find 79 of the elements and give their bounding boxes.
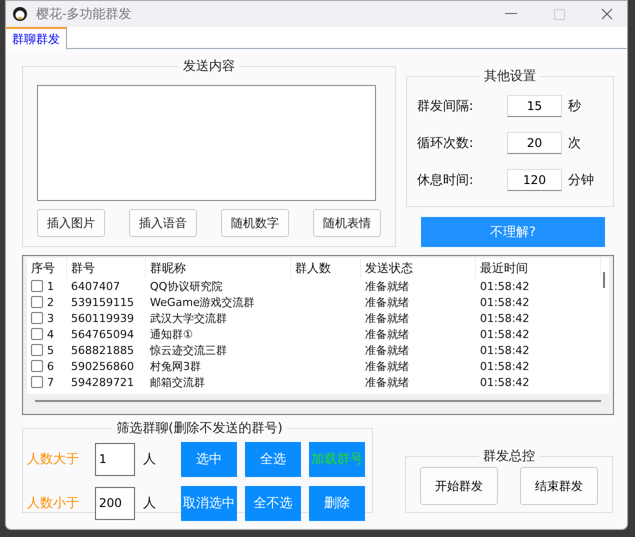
table-cell-text: 准备就绪 — [364, 342, 410, 358]
row-checkbox[interactable] — [31, 344, 43, 356]
setting-field[interactable]: 120 — [507, 168, 562, 190]
table-cell-text: 01:58:42 — [479, 374, 530, 390]
table-cell-text: 01:58:42 — [479, 310, 530, 326]
group-title: 发送内容 — [182, 58, 236, 75]
row-checkbox[interactable] — [31, 376, 43, 388]
table-cell-text: 准备就绪 — [364, 310, 410, 326]
count-field[interactable]: 1 — [95, 442, 135, 476]
message-field[interactable] — [37, 85, 376, 201]
window-title: 樱花-多功能群发 — [36, 6, 133, 23]
ghost-logo-icon — [12, 6, 28, 22]
table-cell-text: 01:58:42 — [479, 326, 530, 342]
horizontal-scrollbar[interactable] — [35, 400, 601, 402]
table-cell-text: 590256860 — [70, 358, 135, 374]
row-number: 6 — [47, 360, 54, 372]
row-checkbox[interactable] — [31, 328, 43, 340]
row-checkbox[interactable] — [31, 360, 43, 372]
vertical-scrollbar[interactable] — [603, 272, 605, 288]
column-header[interactable]: 最近时间 — [476, 258, 601, 278]
row-number: 3 — [47, 312, 54, 324]
table-cell-text: 准备就绪 — [364, 278, 410, 294]
control-button[interactable]: 开始群发 — [420, 467, 498, 505]
group-title: 群发总控 — [482, 448, 536, 465]
filter-label: 人数小于 — [27, 495, 80, 512]
control-button[interactable]: 结束群发 — [520, 467, 598, 505]
table-cell-text: 通知群① — [149, 326, 194, 342]
unit-label: 分钟 — [568, 172, 594, 188]
count-field[interactable]: 200 — [95, 486, 135, 520]
column-header[interactable]: 群号 — [67, 258, 146, 278]
table-cell-text: 武汉大学交流群 — [149, 310, 228, 326]
column-header[interactable]: 序号 — [27, 258, 67, 278]
table-cell-text: 村兔网3群 — [149, 358, 202, 374]
column-header[interactable]: 发送状态 — [361, 258, 476, 278]
setting-field[interactable]: 20 — [507, 132, 562, 154]
table-cell-text: 6407407 — [70, 278, 121, 294]
row-number: 5 — [47, 344, 54, 356]
unit-label: 人 — [143, 495, 157, 512]
table-cell-text: 568821885 — [70, 342, 135, 358]
filter-label: 人数大于 — [27, 451, 80, 468]
setting-label: 循环次数: — [417, 134, 474, 152]
row-checkbox[interactable] — [31, 280, 43, 292]
unit-label: 人 — [143, 451, 157, 468]
row-number: 2 — [47, 296, 54, 308]
table-cell-text: 01:58:42 — [479, 342, 530, 358]
row-number: 1 — [47, 280, 54, 292]
table-cell-text: WeGame游戏交流群 — [149, 294, 256, 310]
row-checkbox[interactable] — [31, 296, 43, 308]
unit-label: 秒 — [568, 98, 581, 114]
table-cell-text: 01:58:42 — [479, 358, 530, 374]
setting-field[interactable]: 15 — [507, 94, 562, 116]
table-cell-text: QQ协议研究院 — [149, 278, 224, 294]
group-title: 其他设置 — [483, 68, 537, 85]
insert-button[interactable]: 插入图片 — [37, 209, 105, 237]
table-cell-text: 01:58:42 — [479, 278, 530, 294]
table-cell-text: 准备就绪 — [364, 326, 410, 342]
insert-button[interactable]: 随机表情 — [313, 209, 381, 237]
row-checkbox[interactable] — [31, 312, 43, 324]
column-header[interactable]: 群人数 — [291, 258, 361, 278]
table-cell-text: 564765094 — [70, 326, 135, 342]
row-number: 7 — [47, 376, 54, 388]
table-cell-text: 594289721 — [70, 374, 135, 390]
table-cell-text: 邮箱交流群 — [149, 374, 206, 390]
unit-label: 次 — [568, 134, 581, 152]
insert-button[interactable]: 随机数字 — [221, 209, 289, 237]
setting-label: 群发间隔: — [417, 98, 474, 114]
table-cell-text: 准备就绪 — [364, 294, 410, 310]
table-cell-text: 560119939 — [70, 310, 135, 326]
table-cell-text: 539159115 — [70, 294, 135, 310]
group-title: 筛选群聊(删除不发送的群号) — [115, 420, 284, 437]
table-cell-text: 准备就绪 — [364, 358, 410, 374]
insert-button[interactable]: 插入语音 — [129, 209, 197, 237]
table-cell-text: 准备就绪 — [364, 374, 410, 390]
row-number: 4 — [47, 328, 54, 340]
table-cell-text: 01:58:42 — [479, 294, 530, 310]
tab[interactable]: 群聊群发 — [6, 27, 67, 49]
setting-label: 休息时间: — [417, 172, 474, 188]
column-header[interactable]: 群昵称 — [146, 258, 291, 278]
table-cell-text: 惊云迹交流三群 — [148, 342, 228, 358]
